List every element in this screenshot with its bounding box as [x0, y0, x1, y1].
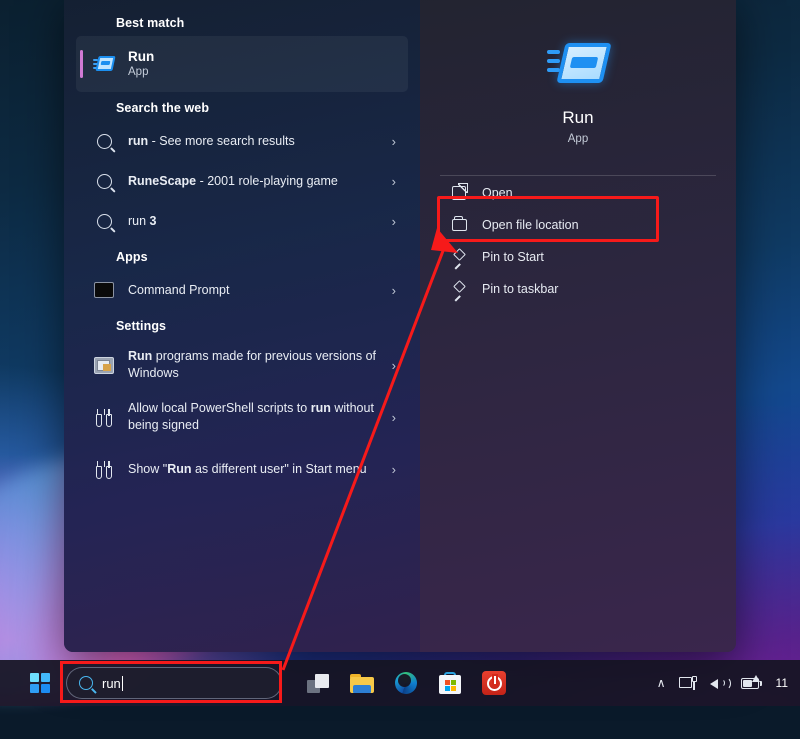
- web-result-rest: - 2001 role-playing game: [196, 174, 338, 188]
- section-header-settings: Settings: [80, 310, 404, 339]
- chevron-up-icon[interactable]: ∧: [657, 676, 666, 690]
- action-label: Pin to Start: [482, 250, 544, 264]
- app-result-command-prompt[interactable]: Command Prompt ›: [80, 270, 404, 310]
- action-label: Pin to taskbar: [482, 282, 558, 296]
- settings-label-bold: Run: [128, 349, 152, 363]
- section-header-apps: Apps: [80, 241, 404, 270]
- settings-result-label: Run programs made for previous versions …: [128, 348, 384, 382]
- run-app-icon: [92, 52, 116, 76]
- search-icon: [92, 209, 116, 233]
- tools-icon: [92, 405, 116, 429]
- search-input[interactable]: run: [66, 667, 282, 699]
- chevron-right-icon[interactable]: ›: [392, 174, 396, 189]
- chevron-right-icon[interactable]: ›: [392, 410, 396, 425]
- settings-result-label: Show "Run as different user" in Start me…: [128, 461, 384, 478]
- network-icon[interactable]: [679, 676, 697, 691]
- taskbar-app-buttons: [304, 669, 508, 697]
- chevron-right-icon[interactable]: ›: [392, 462, 396, 477]
- preview-app-subtitle: App: [438, 133, 718, 145]
- web-result-bold: run: [128, 134, 148, 148]
- file-explorer-icon: [350, 674, 374, 693]
- best-match-title: Run: [128, 48, 154, 65]
- app-preview-column: Run App Open Open file location Pin to S…: [420, 0, 736, 652]
- web-result-label: RuneScape - 2001 role-playing game: [128, 173, 384, 190]
- search-input-value: run: [102, 676, 121, 691]
- microsoft-edge-button[interactable]: [392, 669, 420, 697]
- web-result-run-3[interactable]: run 3 ›: [80, 201, 404, 241]
- file-explorer-button[interactable]: [348, 669, 376, 697]
- power-icon: [482, 671, 506, 695]
- settings-label-rest: programs made for previous versions of W…: [128, 349, 376, 380]
- chevron-right-icon[interactable]: ›: [392, 214, 396, 229]
- section-header-search-web: Search the web: [80, 92, 404, 121]
- web-result-prefix: run: [128, 214, 150, 228]
- search-icon: [79, 676, 93, 690]
- web-result-bold: RuneScape: [128, 174, 196, 188]
- action-pin-to-taskbar[interactable]: Pin to taskbar: [438, 273, 718, 304]
- pin-icon: [448, 280, 470, 298]
- open-external-icon: [448, 184, 470, 202]
- search-icon: [92, 169, 116, 193]
- web-result-bold: 3: [150, 214, 157, 228]
- task-view-button[interactable]: [304, 669, 332, 697]
- action-label: Open: [482, 186, 513, 200]
- settings-result-label: Allow local PowerShell scripts to run wi…: [128, 400, 384, 434]
- search-icon: [92, 129, 116, 153]
- volume-icon[interactable]: [710, 676, 728, 691]
- text-caret: [122, 676, 123, 691]
- app-result-label: Command Prompt: [128, 282, 384, 299]
- web-result-run[interactable]: run - See more search results ›: [80, 121, 404, 161]
- settings-label-bold: run: [311, 401, 331, 415]
- taskbar: run ∧: [0, 660, 800, 706]
- chevron-right-icon[interactable]: ›: [392, 358, 396, 373]
- start-button[interactable]: [22, 665, 58, 701]
- taskbar-clock[interactable]: 11: [776, 676, 790, 690]
- folder-icon: [448, 216, 470, 234]
- preview-divider: [440, 175, 716, 176]
- web-result-label: run 3: [128, 213, 384, 230]
- chevron-right-icon[interactable]: ›: [392, 134, 396, 149]
- search-results-column: Best match Run App Search the web run - …: [64, 0, 420, 652]
- system-tray: ∧ 11: [657, 676, 800, 691]
- section-header-best-match: Best match: [80, 0, 404, 36]
- settings-label-pre: Show ": [128, 462, 167, 476]
- web-result-runescape[interactable]: RuneScape - 2001 role-playing game ›: [80, 161, 404, 201]
- preview-app-icon: [438, 0, 718, 88]
- compatibility-icon: [92, 353, 116, 377]
- best-match-subtitle: App: [128, 65, 154, 80]
- action-open[interactable]: Open: [438, 177, 718, 208]
- selection-accent-bar: [80, 50, 83, 78]
- settings-result-run-programs[interactable]: Run programs made for previous versions …: [80, 339, 404, 391]
- settings-label-rest: as different user" in Start menu: [192, 462, 367, 476]
- pin-icon: [448, 248, 470, 266]
- web-result-rest: - See more search results: [148, 134, 295, 148]
- action-label: Open file location: [482, 218, 579, 232]
- tools-icon: [92, 457, 116, 481]
- settings-result-run-as-different-user[interactable]: Show "Run as different user" in Start me…: [80, 443, 404, 495]
- power-app-button[interactable]: [480, 669, 508, 697]
- microsoft-store-icon: [439, 672, 461, 694]
- preview-app-title: Run: [438, 108, 718, 128]
- settings-result-powershell-scripts[interactable]: Allow local PowerShell scripts to run wi…: [80, 391, 404, 443]
- windows-logo-icon: [30, 673, 50, 693]
- start-search-panel: Best match Run App Search the web run - …: [64, 0, 736, 652]
- microsoft-edge-icon: [395, 672, 417, 694]
- task-view-icon: [307, 674, 329, 693]
- settings-label-bold: Run: [167, 462, 191, 476]
- chevron-right-icon[interactable]: ›: [392, 283, 396, 298]
- action-pin-to-start[interactable]: Pin to Start: [438, 241, 718, 272]
- command-prompt-icon: [92, 278, 116, 302]
- action-open-file-location[interactable]: Open file location: [438, 209, 718, 240]
- battery-charging-icon[interactable]: [741, 677, 763, 690]
- settings-label-pre: Allow local PowerShell scripts to: [128, 401, 311, 415]
- microsoft-store-button[interactable]: [436, 669, 464, 697]
- web-result-label: run - See more search results: [128, 133, 384, 150]
- best-match-run-item[interactable]: Run App: [76, 36, 408, 92]
